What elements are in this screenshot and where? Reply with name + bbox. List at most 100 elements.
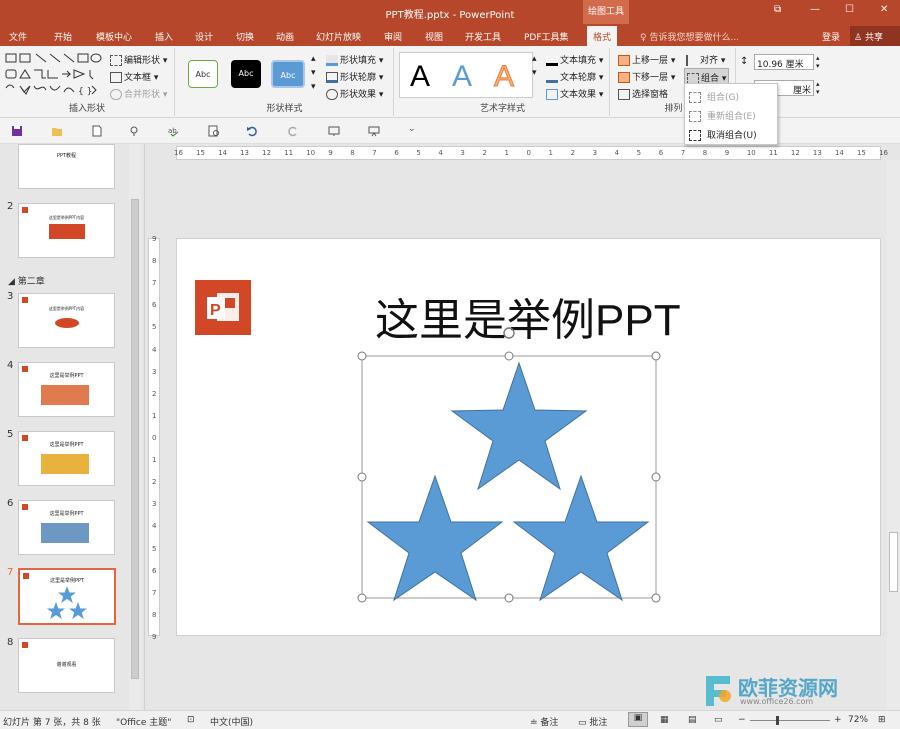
bring-forward-button[interactable]: 上移一层 ▾ — [618, 53, 675, 66]
shape-style-preset-2[interactable]: Abc — [231, 60, 261, 88]
shape-fill-button[interactable]: 形状填充 ▾ — [326, 53, 383, 66]
normal-view-icon[interactable]: ▣ — [628, 712, 648, 727]
text-effects-button[interactable]: 文本效果 ▾ — [546, 87, 603, 100]
spell-check-status-icon[interactable]: ⊡ — [187, 715, 195, 725]
merge-shapes-button[interactable]: 合并形状 ▾ — [110, 87, 167, 100]
shape-outline-button[interactable]: 形状轮廓 ▾ — [326, 70, 383, 83]
resize-handle-sw[interactable] — [357, 593, 367, 603]
slide-thumbnail-3[interactable]: 这里是举例PPT内容 — [18, 293, 115, 348]
editor-scrollbar[interactable] — [887, 160, 900, 710]
align-button[interactable]: 对齐 ▾ — [686, 53, 725, 66]
tab-file[interactable]: 文件 — [9, 30, 27, 43]
wordart-style-3[interactable]: A — [493, 61, 514, 92]
menu-item-regroup[interactable]: 重新组合(E) — [689, 109, 756, 122]
language-status[interactable]: 中文(中国) — [210, 715, 253, 728]
close-button[interactable]: ✕ — [880, 4, 888, 15]
edit-shape-button[interactable]: 编辑形状 ▾ — [110, 53, 167, 66]
slides-scrollbar-thumb[interactable] — [131, 199, 139, 679]
zoom-level[interactable]: 72% — [848, 715, 868, 725]
shape-style-preset-3[interactable]: Abc — [271, 60, 305, 88]
slide-thumbnail-7[interactable]: 这里是举例PPT — [18, 568, 116, 625]
tab-pdf-tools[interactable]: PDF工具集 — [524, 30, 569, 43]
text-outline-button[interactable]: 文本轮廓 ▾ — [546, 70, 603, 83]
zoom-in-button[interactable]: + — [834, 715, 842, 725]
tab-template-center[interactable]: 模板中心 — [96, 30, 132, 43]
tab-format[interactable]: 格式 — [587, 26, 618, 46]
undo-icon[interactable] — [246, 125, 258, 137]
shape-style-preset-1[interactable]: Abc — [188, 60, 218, 88]
gallery-more[interactable]: ▾ — [311, 82, 316, 92]
print-preview-icon[interactable] — [208, 125, 220, 137]
minimize-button[interactable]: — — [810, 4, 820, 15]
wordart-style-2[interactable]: A — [452, 62, 472, 92]
login-button[interactable]: 登录 — [822, 30, 840, 43]
tell-me-box[interactable]: ♀ 告诉我您想要做什么... — [640, 30, 739, 43]
rotate-handle-icon[interactable] — [503, 327, 515, 339]
width-spinner[interactable]: ▴ ▾ — [816, 80, 820, 96]
wordart-scroll-up[interactable]: ▴ — [532, 54, 537, 64]
slide-thumbnail-4[interactable]: 这里是举例PPT — [18, 362, 115, 417]
menu-item-group[interactable]: 组合(G) — [689, 90, 739, 103]
resize-handle-e[interactable] — [651, 472, 661, 482]
slide-thumbnail-8[interactable]: 谢谢观看 — [18, 638, 115, 693]
star-bottom-right[interactable] — [512, 474, 650, 602]
zoom-slider-thumb[interactable] — [776, 716, 779, 725]
customize-qat-icon[interactable]: ⌄ — [408, 124, 416, 134]
slide-sorter-icon[interactable]: ▦ — [660, 715, 669, 725]
shape-effects-button[interactable]: 形状效果 ▾ — [326, 87, 383, 100]
tab-home[interactable]: 开始 — [54, 30, 72, 43]
height-spinner[interactable]: ▴ ▾ — [816, 54, 820, 70]
selection-pane-button[interactable]: 选择窗格 — [618, 87, 668, 100]
resize-handle-w[interactable] — [357, 472, 367, 482]
resize-handle-n[interactable] — [504, 351, 514, 361]
slide-thumbnail-5[interactable]: 这里是举例PPT — [18, 431, 115, 486]
notes-button[interactable]: ≐ 备注 — [530, 715, 558, 728]
gallery-scroll-down[interactable]: ▾ — [311, 68, 316, 78]
slide-canvas[interactable]: P 这里是举例PPT — [176, 238, 881, 636]
text-fill-button[interactable]: 文本填充 ▾ — [546, 53, 603, 66]
vertical-ruler[interactable]: 9 8 7 6 5 4 3 2 1 0 1 2 3 4 5 6 7 8 9 — [148, 235, 160, 641]
gallery-scroll-up[interactable]: ▴ — [311, 54, 316, 64]
tab-developer[interactable]: 开发工具 — [465, 30, 501, 43]
present-icon[interactable] — [368, 125, 380, 137]
tab-transitions[interactable]: 切换 — [236, 30, 254, 43]
tab-insert[interactable]: 插入 — [155, 30, 173, 43]
new-document-icon[interactable] — [91, 125, 103, 137]
horizontal-ruler[interactable]: 16 15 14 13 12 11 10 9 8 7 6 5 4 3 2 1 0 1 2 3 4 5 6 7 8 9 10 11 12 1… — [174, 146, 888, 160]
editor-scrollbar-thumb[interactable] — [889, 532, 898, 592]
share-button[interactable]: ♙ 共享 — [850, 26, 900, 46]
star-group[interactable] — [357, 321, 663, 603]
resize-handle-ne[interactable] — [651, 351, 661, 361]
resize-handle-nw[interactable] — [357, 351, 367, 361]
tab-view[interactable]: 视图 — [425, 30, 443, 43]
section-header[interactable]: ◢ 第二章 — [8, 274, 45, 287]
maximize-button[interactable]: ☐ — [845, 4, 854, 15]
comments-button[interactable]: ▭ 批注 — [578, 715, 607, 728]
wordart-scroll-down[interactable]: ▾ — [532, 68, 537, 78]
star-top[interactable] — [450, 361, 588, 491]
redo-icon[interactable] — [287, 125, 299, 137]
slideshow-from-start-icon[interactable] — [328, 125, 340, 137]
powerpoint-logo-icon[interactable]: P — [195, 280, 251, 335]
reading-view-icon[interactable]: ▤ — [688, 715, 697, 725]
touch-mode-icon[interactable] — [128, 125, 140, 137]
ribbon-display-options-icon[interactable]: ⧉ — [774, 4, 781, 15]
star-bottom-left[interactable] — [366, 474, 504, 602]
slideshow-view-icon[interactable]: ▭ — [714, 715, 723, 725]
slides-scrollbar[interactable] — [129, 144, 141, 710]
save-icon[interactable] — [11, 125, 23, 137]
wordart-style-1[interactable]: A — [410, 62, 430, 92]
resize-handle-se[interactable] — [651, 593, 661, 603]
slide-thumbnail-6[interactable]: 这里是举例PPT — [18, 500, 115, 555]
tab-review[interactable]: 审阅 — [384, 30, 402, 43]
zoom-out-button[interactable]: − — [738, 715, 746, 725]
resize-handle-s[interactable] — [504, 593, 514, 603]
shapes-gallery[interactable]: { } — [4, 52, 104, 98]
tab-animations[interactable]: 动画 — [276, 30, 294, 43]
slide-thumbnail-1[interactable]: PPT教程 — [18, 144, 115, 189]
zoom-slider[interactable] — [750, 720, 830, 721]
text-box-button[interactable]: 文本框 ▾ — [110, 70, 158, 83]
send-backward-button[interactable]: 下移一层 ▾ — [618, 70, 675, 83]
spell-check-icon[interactable]: ab — [168, 125, 180, 137]
open-folder-icon[interactable] — [51, 125, 63, 137]
